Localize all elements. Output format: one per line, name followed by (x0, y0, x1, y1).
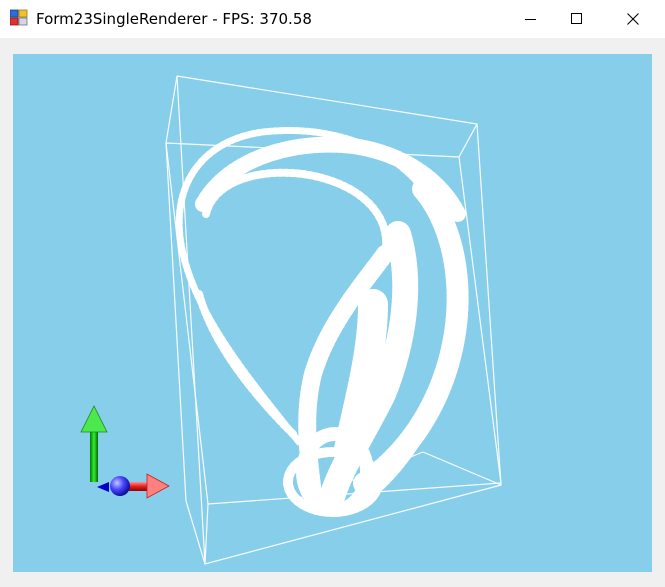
origin-sphere (110, 476, 130, 496)
scene-canvas[interactable] (13, 54, 652, 572)
z-axis-arrowhead (97, 482, 109, 492)
app-icon[interactable] (9, 9, 28, 27)
y-axis-arrowhead (80, 405, 108, 433)
minimize-icon (525, 13, 537, 25)
x-axis-arrowhead (146, 473, 170, 499)
application-window: Form23SingleRenderer - FPS: 370.58 (0, 0, 665, 587)
close-icon (627, 13, 639, 25)
title-bar[interactable]: Form23SingleRenderer - FPS: 370.58 (0, 0, 665, 38)
y-axis-shaft (90, 430, 98, 482)
render-viewport[interactable] (13, 54, 652, 572)
maximize-button[interactable] (554, 0, 600, 38)
window-title: Form23SingleRenderer - FPS: 370.58 (36, 10, 312, 28)
minimize-button[interactable] (508, 0, 554, 38)
maximize-icon (571, 13, 583, 25)
axis-gizmo (80, 405, 170, 499)
close-button[interactable] (610, 0, 656, 38)
